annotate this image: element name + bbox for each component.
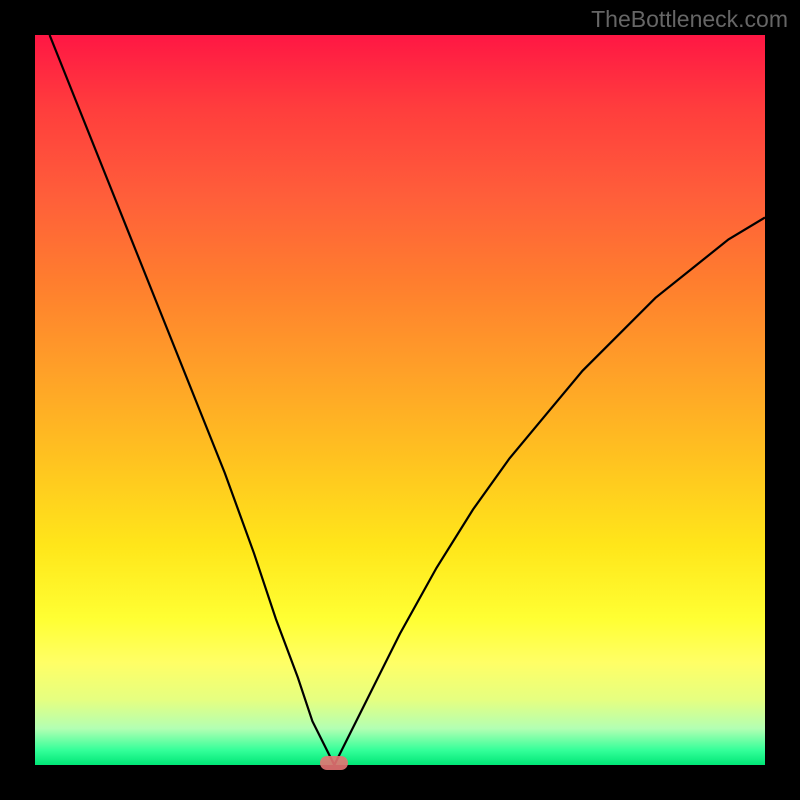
optimal-point-marker xyxy=(320,756,348,770)
watermark-text: TheBottleneck.com xyxy=(591,6,788,33)
curve-layer xyxy=(35,35,765,765)
bottleneck-curve xyxy=(50,35,765,765)
plot-area xyxy=(35,35,765,765)
chart-container: TheBottleneck.com xyxy=(0,0,800,800)
